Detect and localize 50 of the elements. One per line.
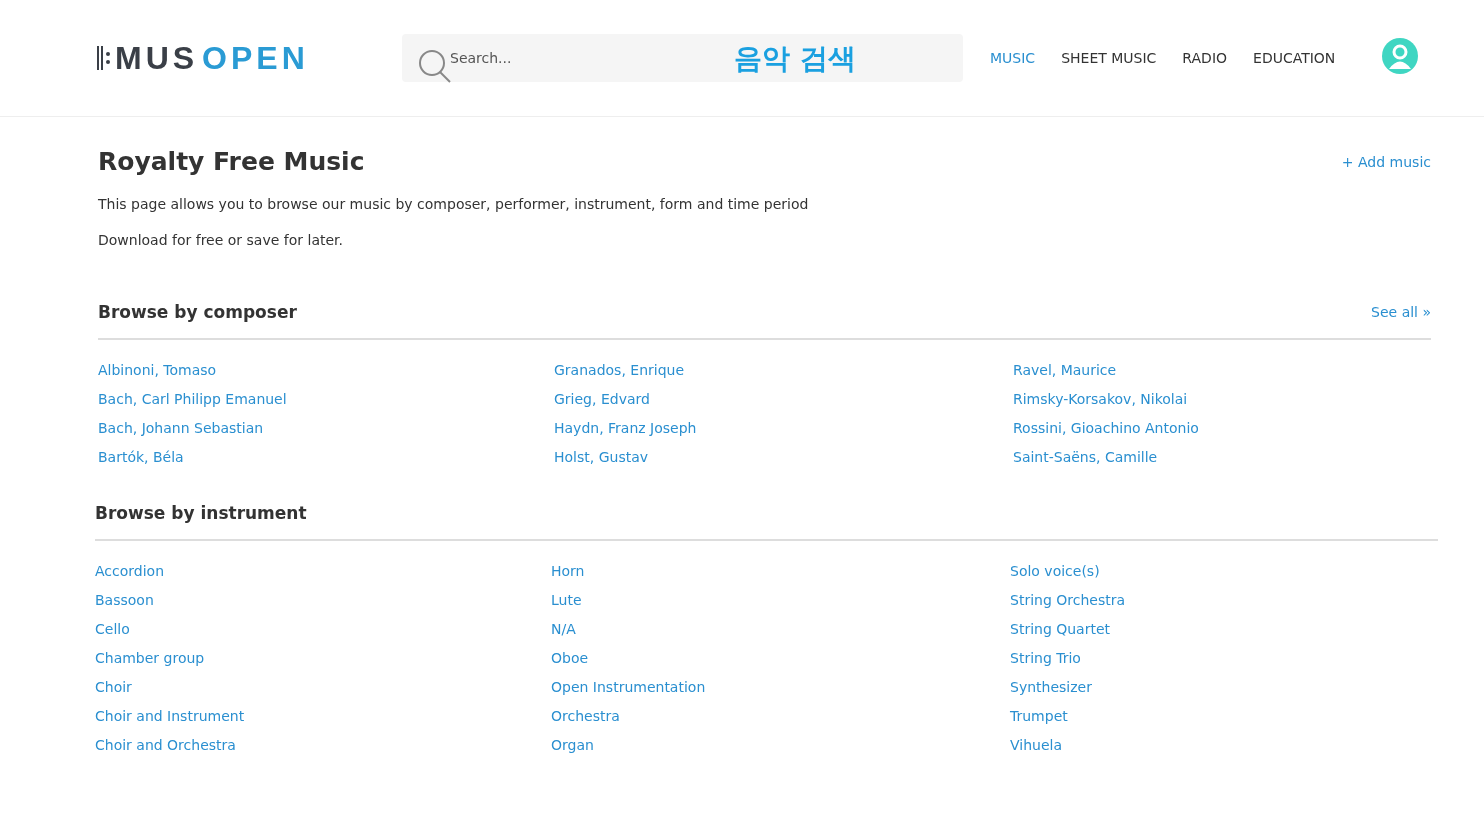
browse-link[interactable]: Bartók, Béla [98, 449, 184, 465]
section-title: Browse by composer [98, 302, 297, 322]
browse-link[interactable]: String Trio [1010, 650, 1081, 666]
browse-link[interactable]: Albinoni, Tomaso [98, 362, 217, 378]
add-music-link[interactable]: + Add music [1341, 153, 1431, 170]
browse-link[interactable]: Trumpet [1010, 708, 1068, 724]
section-title: Browse by instrument [95, 503, 307, 523]
avatar-icon[interactable] [1382, 38, 1418, 74]
browse-link[interactable]: Bach, Johann Sebastian [98, 420, 264, 436]
browse-link[interactable]: Granados, Enrique [554, 362, 685, 378]
browse-link[interactable]: Lute [551, 592, 582, 608]
browse-link[interactable]: Oboe [551, 650, 589, 666]
browse-link[interactable]: Choir and Instrument [95, 708, 245, 724]
description-text: Download for free or save for later. [98, 232, 344, 248]
annotation-text: 음악 검색 [734, 41, 856, 77]
browse-link[interactable]: Orchestra [551, 708, 620, 724]
browse-link[interactable]: Cello [95, 621, 130, 637]
browse-link[interactable]: Rimsky-Korsakov, Nikolai [1013, 391, 1188, 407]
search-icon [418, 49, 452, 83]
browse-link[interactable]: Chamber group [95, 650, 205, 666]
see-all-link[interactable]: See all » [1371, 304, 1431, 320]
page-title: Royalty Free Music [98, 147, 365, 176]
logo-icon [97, 46, 111, 70]
browse-link[interactable]: Choir [95, 679, 132, 695]
browse-link[interactable]: Open Instrumentation [551, 679, 706, 695]
logo-text: OPEN [202, 39, 309, 77]
nav-link[interactable]: MUSIC [990, 50, 1036, 66]
browse-link[interactable]: Bassoon [95, 592, 154, 608]
browse-link[interactable]: Grieg, Edvard [554, 391, 650, 407]
browse-link[interactable]: N/A [551, 621, 576, 637]
logo-text: MUS [115, 39, 199, 77]
browse-link[interactable]: Horn [551, 563, 585, 579]
browse-link[interactable]: Solo voice(s) [1010, 563, 1100, 579]
browse-link[interactable]: Accordion [95, 563, 164, 579]
browse-link[interactable]: Saint-Saëns, Camille [1013, 449, 1158, 465]
browse-link[interactable]: String Orchestra [1010, 592, 1125, 608]
browse-link[interactable]: Bach, Carl Philipp Emanuel [98, 391, 287, 407]
browse-link[interactable]: Ravel, Maurice [1013, 362, 1117, 378]
browse-link[interactable]: Haydn, Franz Joseph [554, 420, 697, 436]
nav-link[interactable]: RADIO [1182, 50, 1228, 66]
browse-link[interactable]: Choir and Orchestra [95, 737, 236, 753]
browse-link[interactable]: Holst, Gustav [554, 449, 649, 465]
description-text: This page allows you to browse our music by composer, performer, instrument, form and time period [98, 196, 810, 212]
browse-link[interactable]: Organ [551, 737, 594, 753]
browse-link[interactable]: Vihuela [1010, 737, 1062, 753]
browse-link[interactable]: String Quartet [1010, 621, 1111, 637]
nav-link[interactable]: SHEET MUSIC [1061, 50, 1157, 66]
browse-link[interactable]: Rossini, Gioachino Antonio [1013, 420, 1199, 436]
browse-link[interactable]: Synthesizer [1010, 679, 1092, 695]
nav-link[interactable]: EDUCATION [1253, 50, 1336, 66]
